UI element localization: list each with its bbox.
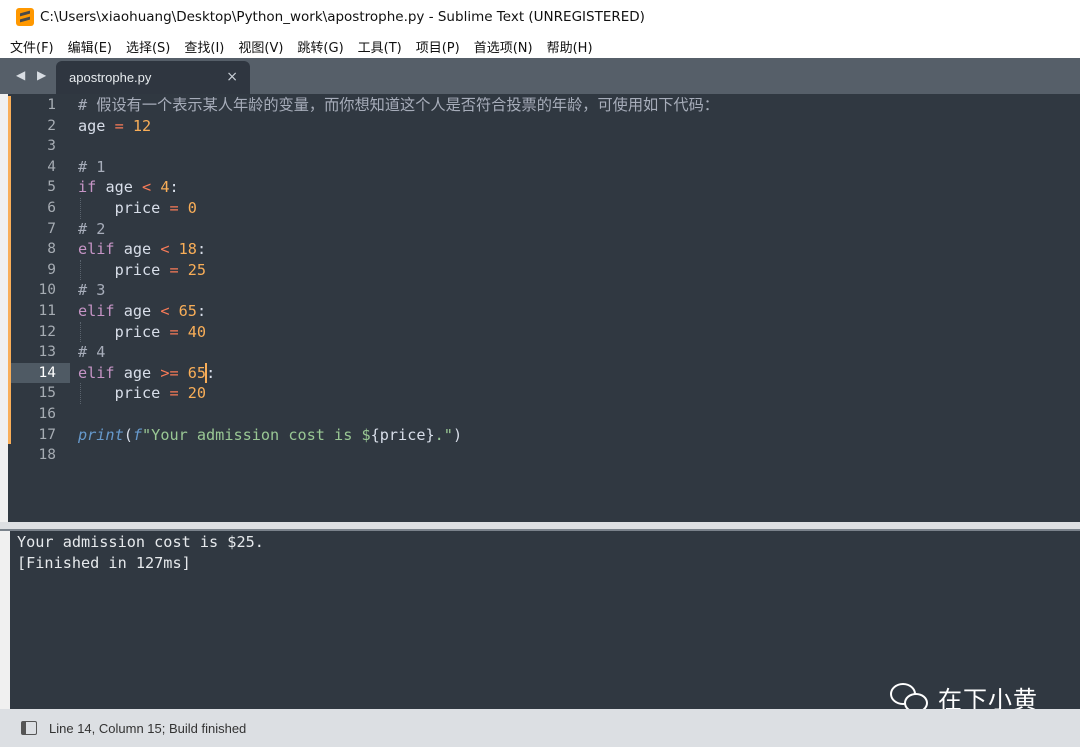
line-number: 7	[47, 220, 56, 237]
line-number-gutter: 1 2 3 4 5 6 7 8 9 10 11 12 13 14 15 16 17 18	[8, 94, 70, 522]
line-number: 6	[47, 200, 56, 216]
line-number: 15	[38, 385, 56, 402]
line-number: 4	[47, 158, 56, 175]
code-line[interactable]: # 2	[78, 219, 105, 240]
tab-bar: ◀ ▶ apostrophe.py ×	[0, 58, 1080, 94]
indent-guide	[80, 259, 81, 281]
line-number: 12	[38, 323, 56, 340]
code-line[interactable]: # 假设有一个表示某人年龄的变量，而你想知道这个人是否符合投票的年龄，可使用如下…	[78, 95, 719, 116]
menu-edit[interactable]: 编辑(E)	[66, 37, 114, 56]
code-line[interactable]: # 4	[78, 342, 105, 363]
code-line[interactable]: if age < 4:	[78, 177, 179, 198]
indent-guide	[80, 383, 81, 404]
text-cursor	[205, 362, 208, 383]
code-line[interactable]: elif age < 18:	[78, 239, 206, 260]
output-line: Your admission cost is $25.	[17, 533, 264, 551]
line-number: 17	[38, 426, 56, 443]
line-number: 9	[47, 261, 56, 278]
panel-toggle-icon[interactable]	[21, 721, 37, 735]
menu-bar: 文件(F) 编辑(E) 选择(S) 查找(I) 视图(V) 跳转(G) 工具(T…	[0, 34, 1080, 58]
line-number: 11	[38, 303, 56, 319]
tab-apostrophe-py[interactable]: apostrophe.py ×	[56, 61, 250, 94]
menu-view[interactable]: 视图(V)	[236, 37, 285, 56]
line-number: 18	[38, 447, 56, 464]
menu-project[interactable]: 项目(P)	[414, 37, 462, 56]
code-line[interactable]: price = 0	[78, 198, 197, 219]
line-number: 16	[38, 406, 56, 422]
code-line[interactable]: elif age < 65:	[78, 301, 206, 322]
code-line[interactable]: price = 40	[78, 322, 206, 343]
menu-goto[interactable]: 跳转(G)	[295, 37, 345, 56]
status-bar: Line 14, Column 15; Build finished	[0, 709, 1080, 747]
indent-guide	[80, 321, 81, 343]
tab-label: apostrophe.py	[69, 70, 152, 85]
menu-tools[interactable]: 工具(T)	[356, 37, 404, 56]
code-line[interactable]: price = 25	[78, 260, 206, 281]
code-line[interactable]: # 1	[78, 157, 105, 178]
line-number: 5	[47, 179, 56, 196]
title-bar: C:\Users\xiaohuang\Desktop\Python_work\a…	[0, 0, 1080, 34]
line-number: 10	[38, 282, 56, 299]
line-number: 3	[47, 138, 56, 155]
line-number: 8	[47, 241, 56, 258]
line-number: 2	[47, 117, 56, 134]
menu-help[interactable]: 帮助(H)	[545, 37, 595, 56]
window-edge	[0, 94, 8, 522]
output-line: [Finished in 127ms]	[17, 553, 191, 572]
menu-selection[interactable]: 选择(S)	[124, 37, 172, 56]
code-editor[interactable]: 1 2 3 4 5 6 7 8 9 10 11 12 13 14 15 16 17 18 # 假设有一个表示某人年…	[8, 94, 1080, 522]
code-line[interactable]: price = 20	[78, 383, 206, 404]
line-number: 14	[38, 364, 56, 381]
status-text: Line 14, Column 15; Build finished	[49, 720, 247, 736]
modified-lines-marker	[8, 96, 11, 444]
indent-guide	[80, 198, 81, 219]
window-edge	[0, 531, 10, 709]
code-line[interactable]: age = 12	[78, 116, 151, 137]
window-title: C:\Users\xiaohuang\Desktop\Python_work\a…	[40, 9, 645, 25]
line-number: 13	[38, 344, 56, 361]
sublime-text-icon	[16, 8, 34, 26]
line-number: 1	[47, 97, 56, 113]
menu-find[interactable]: 查找(I)	[182, 37, 226, 56]
close-icon[interactable]: ×	[226, 69, 238, 85]
tab-nav-arrows-icon[interactable]: ◀ ▶	[16, 68, 50, 82]
menu-file[interactable]: 文件(F)	[8, 37, 56, 56]
code-line[interactable]: # 3	[78, 280, 105, 301]
code-line[interactable]: elif age >= 65:	[78, 363, 215, 384]
code-line[interactable]: print(f"Your admission cost is ${price}.…	[78, 425, 462, 446]
menu-preferences[interactable]: 首选项(N)	[472, 37, 535, 56]
